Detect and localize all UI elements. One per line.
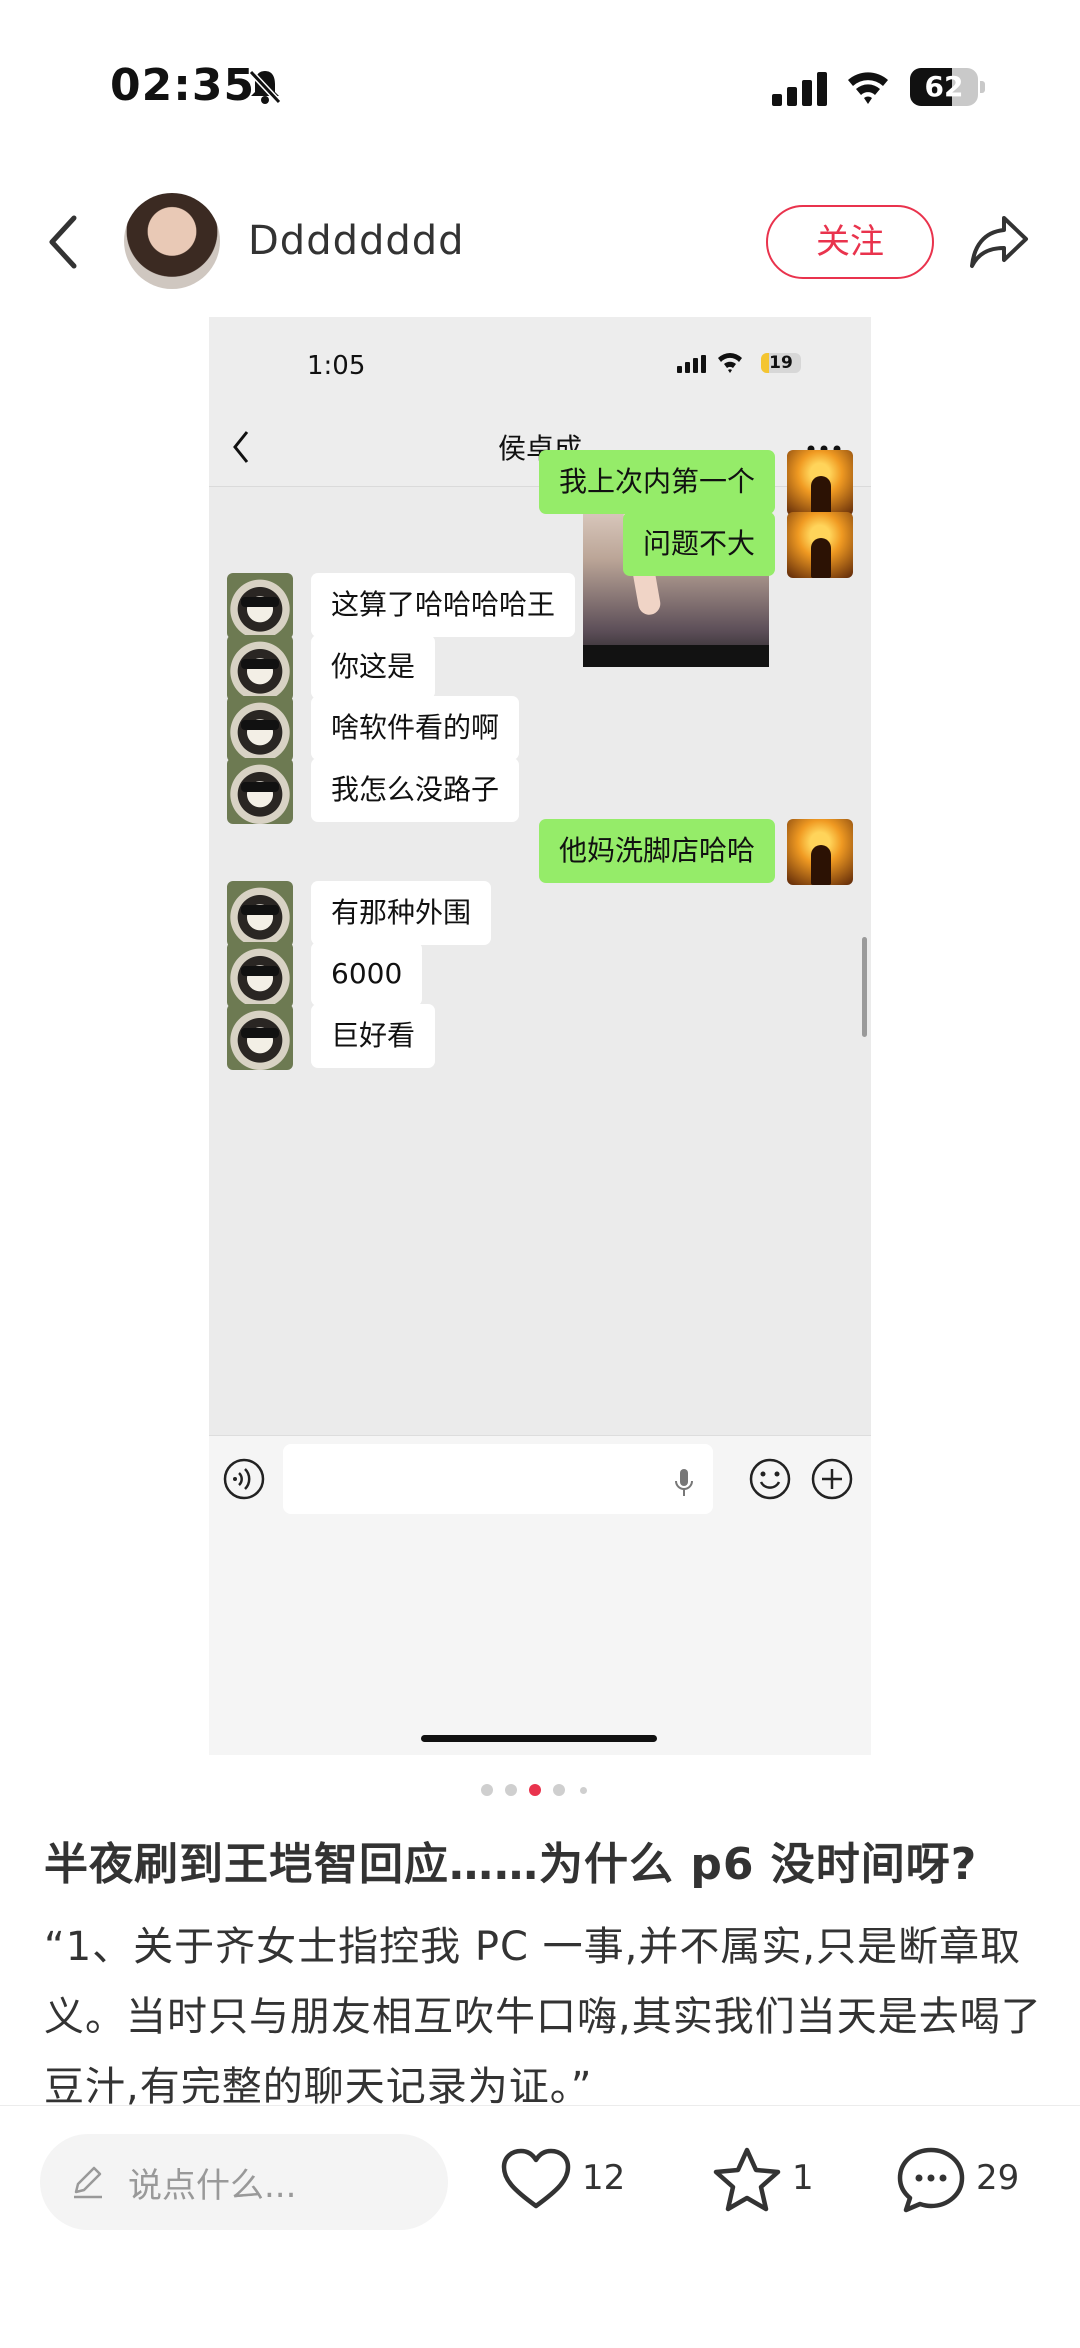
screenshot-input-bar — [209, 1435, 871, 1755]
post-title: 半夜刷到王垲智回应……为什么 p6 没时间呀? — [44, 1839, 978, 1890]
like-count: 12 — [582, 2158, 626, 2198]
chat-message-row: 这算了哈哈哈哈王 — [209, 573, 871, 639]
wifi-icon — [848, 72, 888, 104]
screenshot-signal-icon — [677, 355, 706, 373]
carousel-dot[interactable] — [529, 1784, 541, 1796]
pencil-icon — [74, 2166, 102, 2199]
screenshot-mic-icon — [675, 1469, 693, 1496]
star-count: 1 — [792, 2158, 814, 2198]
chat-bubble-incoming: 我怎么没路子 — [311, 757, 520, 822]
carousel-dot[interactable] — [481, 1784, 493, 1796]
chat-avatar-contact — [227, 1003, 293, 1070]
battery-percent: 62 — [924, 70, 964, 103]
carousel-dot[interactable] — [505, 1784, 517, 1796]
chat-avatar-self — [787, 450, 853, 516]
post-body: “1、关于齐女士指控我 PC 一事,并不属实,只是断章取义。当时只与朋友相互吹牛… — [44, 1924, 1042, 2110]
chat-message-row: 6000 — [209, 942, 871, 1008]
chat-avatar-contact — [227, 942, 293, 1008]
author-avatar[interactable] — [124, 193, 220, 289]
screenshot-wifi-icon — [718, 353, 742, 373]
chat-bubble-outgoing: 他妈洗脚店哈哈 — [539, 819, 776, 883]
carousel-dot[interactable] — [580, 1787, 587, 1794]
screenshot-battery-percent: 19 — [769, 353, 793, 373]
screenshot-scroll-indicator — [862, 937, 867, 1037]
screenshot-status-bar: 1:05 19 — [209, 317, 871, 407]
screenshot-status-time: 1:05 — [307, 351, 366, 381]
chat-message-row: 问题不大 — [209, 511, 871, 578]
chat-message-row: 啥软件看的啊 — [209, 696, 871, 762]
carousel-dot[interactable] — [553, 1784, 565, 1796]
chat-avatar-self — [787, 511, 853, 578]
chat-bubble-incoming: 这算了哈哈哈哈王 — [311, 573, 576, 637]
back-arrow-icon[interactable] — [44, 212, 84, 272]
chat-avatar-self — [787, 819, 853, 885]
chat-bubble-outgoing: 问题不大 — [623, 511, 776, 576]
chat-avatar-contact — [227, 757, 293, 824]
comment-count: 29 — [976, 2158, 1020, 2198]
image-carousel-dots[interactable] — [0, 1782, 1080, 1798]
chat-bubble-incoming: 你这是 — [311, 634, 436, 699]
screenshot-voice-icon — [223, 1458, 265, 1500]
screenshot-text-input — [283, 1444, 713, 1514]
chat-bubble-incoming: 啥软件看的啊 — [311, 696, 520, 760]
chat-avatar-contact — [227, 573, 293, 639]
chat-avatar-contact — [227, 880, 293, 947]
author-name[interactable]: Dddddddd — [248, 218, 465, 264]
chat-message-row: 我上次内第一个 — [209, 450, 871, 516]
chat-message-row: 我怎么没路子 — [209, 757, 871, 824]
chat-message-row: 他妈洗脚店哈哈 — [209, 819, 871, 885]
chat-bubble-incoming: 有那种外围 — [311, 880, 492, 945]
heart-icon[interactable] — [500, 2148, 572, 2212]
status-bar: 02:35 62 — [0, 0, 1080, 150]
bell-muted-icon — [248, 69, 282, 105]
post-header: Dddddddd 关注 — [0, 180, 1080, 300]
screenshot-home-indicator — [421, 1735, 657, 1742]
share-icon[interactable] — [968, 212, 1030, 270]
bottom-action-bar: 说点什么... 12 1 29 — [0, 2105, 1080, 2348]
chat-message-row: 你这是 — [209, 634, 871, 701]
screenshot-emoji-icon — [749, 1458, 791, 1500]
cellular-signal-icon — [772, 72, 827, 106]
comment-input[interactable]: 说点什么... — [40, 2134, 448, 2230]
comment-placeholder: 说点什么... — [128, 2166, 297, 2206]
chat-message-row: 有那种外围 — [209, 880, 871, 947]
follow-button[interactable]: 关注 — [766, 205, 934, 279]
star-icon[interactable] — [712, 2146, 782, 2214]
screenshot-battery: 19 — [761, 353, 801, 373]
status-time: 02:35 — [110, 60, 256, 111]
post-image-chat-screenshot[interactable]: 1:05 19 侯卓成 我上次内第一个 问题不大 这算了哈哈哈哈王 你这是啥软件… — [209, 317, 871, 1755]
battery-indicator: 62 — [910, 68, 986, 106]
chat-bubble-incoming: 6000 — [311, 942, 423, 1006]
chat-avatar-contact — [227, 634, 293, 701]
chat-bubble-outgoing: 我上次内第一个 — [539, 450, 776, 514]
chat-avatar-contact — [227, 696, 293, 762]
screenshot-plus-icon — [811, 1458, 853, 1500]
comment-icon[interactable] — [896, 2146, 966, 2214]
chat-message-row: 巨好看 — [209, 1003, 871, 1070]
chat-bubble-incoming: 巨好看 — [311, 1003, 436, 1068]
